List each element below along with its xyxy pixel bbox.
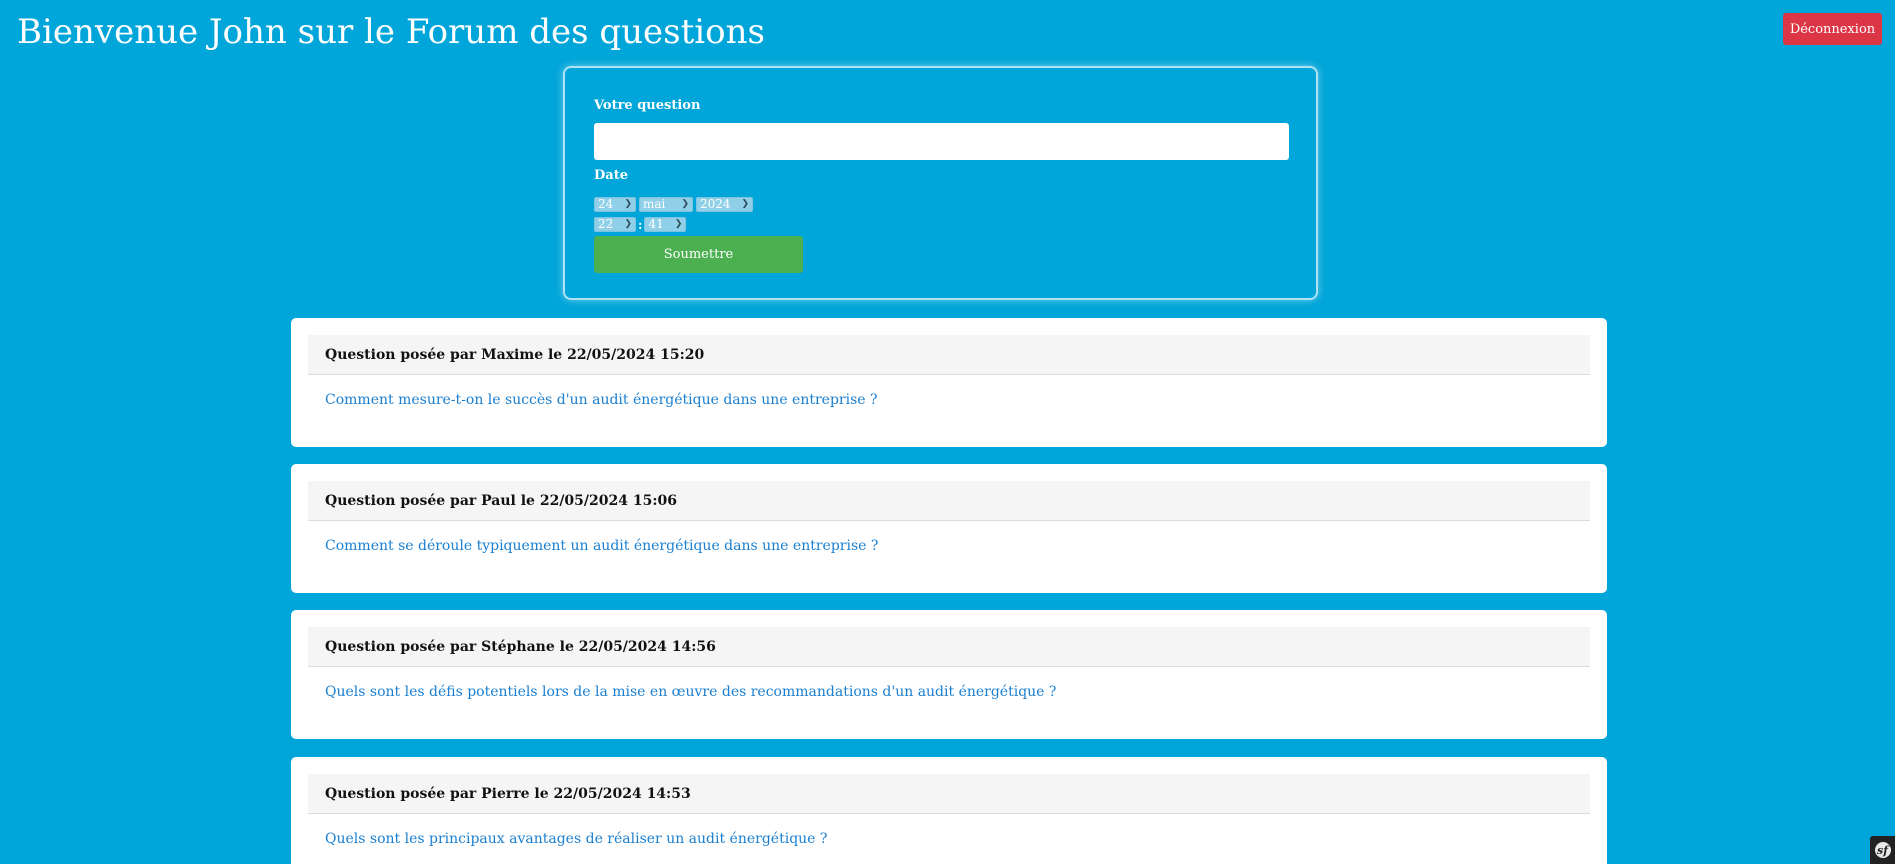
chevron-down-icon: ❯ [674,219,683,229]
question-label: Votre question [594,98,701,113]
minute-select[interactable]: 41 ❯ [644,217,687,232]
question-link[interactable]: Quels sont les défis potentiels lors de … [325,684,1056,700]
question-link[interactable]: Comment se déroule typiquement un audit … [325,538,878,554]
chevron-down-icon: ❯ [624,199,632,209]
question-link[interactable]: Quels sont les principaux avantages de r… [325,831,827,847]
time-separator: : [638,217,643,232]
question-card: Question posée par Paul le 22/05/2024 15… [291,464,1607,593]
day-value: 24 [598,197,614,211]
year-select[interactable]: 2024 ❯ [696,197,753,212]
minute-value: 41 [648,217,664,231]
submit-button[interactable]: Soumettre [594,236,803,273]
chevron-down-icon: ❯ [681,199,689,209]
question-link[interactable]: Comment mesure-t-on le succès d'un audit… [325,392,878,408]
chevron-down-icon: ❯ [741,199,749,209]
year-value: 2024 [700,197,731,211]
hour-select[interactable]: 22 ❯ [594,217,636,232]
date-label: Date [594,168,628,183]
day-select[interactable]: 24 ❯ [594,197,636,212]
symfony-logo-icon: sf [1874,842,1891,858]
page-title: Bienvenue John sur le Forum des question… [17,12,765,52]
question-header: Question posée par Pierre le 22/05/2024 … [308,774,1590,814]
question-header: Question posée par Paul le 22/05/2024 15… [308,481,1590,521]
question-card: Question posée par Stéphane le 22/05/202… [291,610,1607,739]
month-select[interactable]: mai ❯ [639,197,693,212]
question-card: Question posée par Maxime le 22/05/2024 … [291,318,1607,447]
symfony-toolbar-toggle[interactable]: sf [1870,836,1895,864]
question-header: Question posée par Maxime le 22/05/2024 … [308,335,1590,375]
question-input[interactable] [594,123,1289,160]
hour-value: 22 [598,217,614,231]
chevron-down-icon: ❯ [624,219,632,229]
date-selects: 24 ❯ mai ❯ 2024 ❯ [594,197,753,212]
question-header: Question posée par Stéphane le 22/05/202… [308,627,1590,667]
logout-button[interactable]: Déconnexion [1783,13,1882,45]
question-form: Votre question Date 24 ❯ mai ❯ 2024 ❯ 22… [563,66,1318,300]
question-card: Question posée par Pierre le 22/05/2024 … [291,757,1607,864]
month-value: mai [643,197,666,211]
time-selects: 22 ❯ : 41 ❯ [594,217,687,232]
